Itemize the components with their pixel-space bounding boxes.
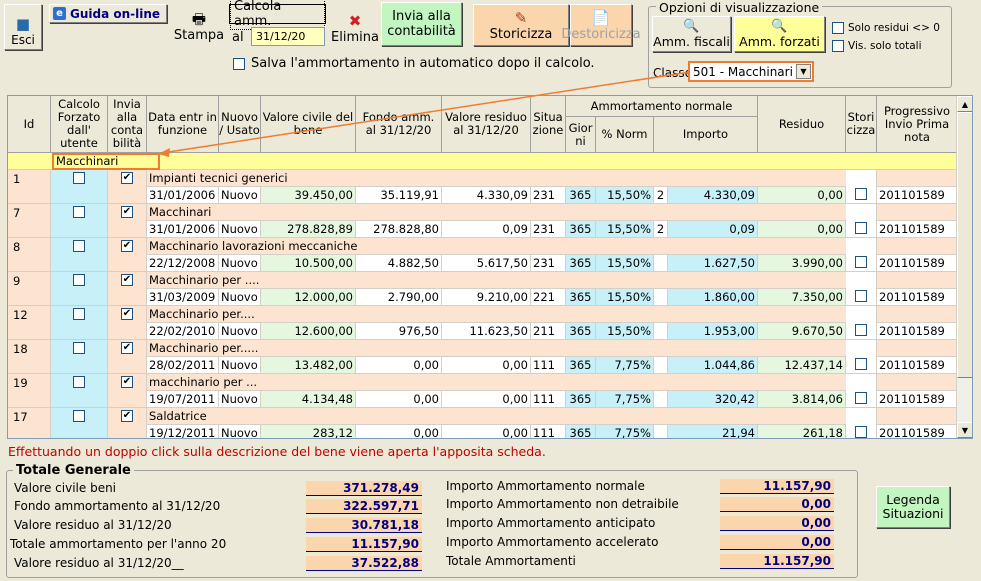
total-right-label: Importo Ammortamento normale (446, 479, 645, 493)
legend-button[interactable]: Legenda Situazioni (876, 486, 950, 528)
total-left-value: 30.781,18 (306, 518, 422, 533)
total-right-value: 11.157,90 (720, 554, 834, 569)
total-left-value: 11.157,90 (306, 537, 422, 552)
total-right-label: Importo Ammortamento accelerato (446, 535, 659, 549)
total-left-label: Valore civile beni (14, 481, 117, 495)
total-left-label: Fondo ammortamento al 31/12/20 (14, 499, 221, 513)
legend-label: Legenda Situazioni (882, 492, 944, 521)
total-right-label: Importo Ammortamento anticipato (446, 516, 656, 530)
total-left-value: 322.597,71 (306, 499, 422, 514)
total-left-label: Valore residuo al 31/12/20__ (14, 556, 184, 570)
total-right-value: 0,00 (720, 516, 834, 531)
total-right-value: 0,00 (720, 535, 834, 550)
total-left-value: 37.522,88 (306, 556, 422, 571)
total-left-label: Totale ammortamento per l'anno 20 (10, 537, 227, 551)
hint-text: Effettuando un doppio click sulla descri… (8, 444, 546, 459)
total-right-label: Totale Ammortamenti (446, 554, 576, 568)
total-left-value: 371.278,49 (306, 481, 422, 496)
totals-title: Totale Generale (13, 463, 134, 478)
total-right-label: Importo Ammortamento non detraibile (446, 497, 679, 511)
total-right-value: 0,00 (720, 497, 834, 512)
total-left-label: Valore residuo al 31/12/20 (14, 518, 172, 532)
total-right-value: 11.157,90 (720, 479, 834, 494)
